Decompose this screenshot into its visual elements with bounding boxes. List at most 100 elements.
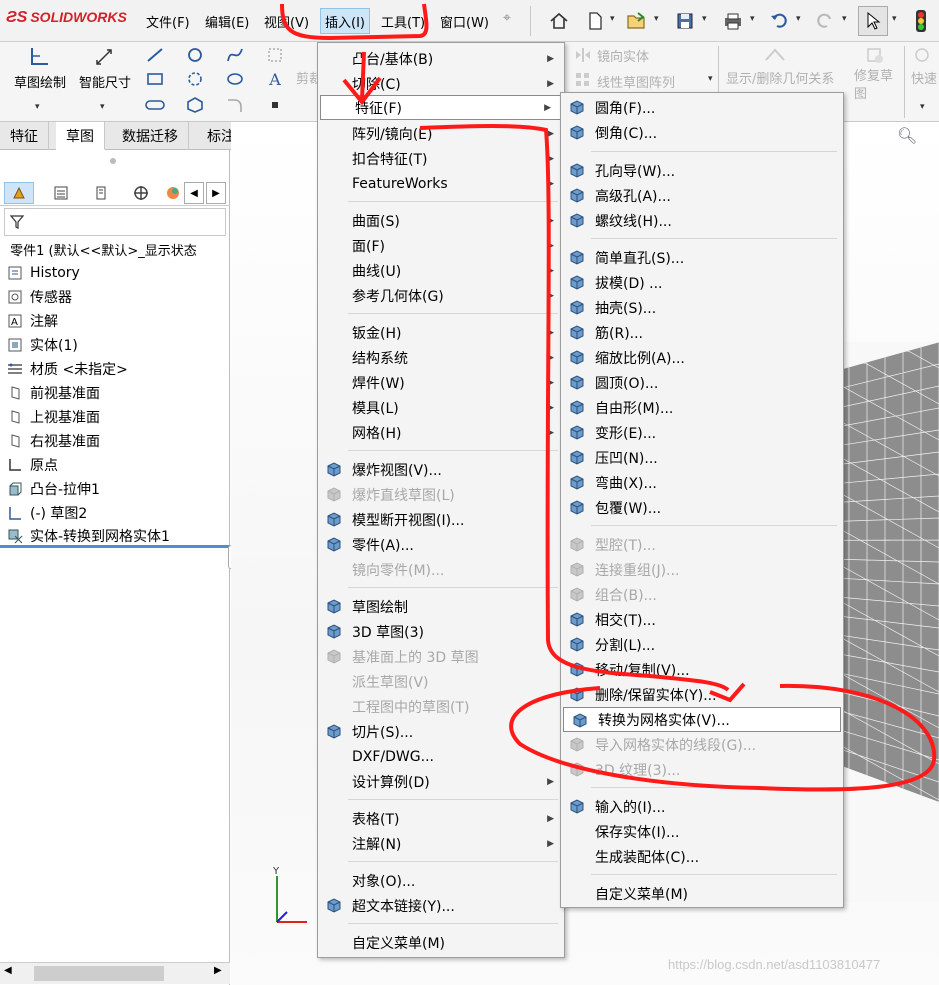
configuration-manager-tab-icon[interactable] — [86, 182, 116, 204]
chevron-down-icon[interactable]: ▾ — [702, 14, 707, 24]
circle-icon[interactable] — [182, 44, 208, 66]
feature-menu-item[interactable]: 生成装配体(C)... — [561, 844, 843, 869]
panel-grip-icon[interactable] — [110, 158, 116, 164]
feature-tree-tab-icon[interactable] — [4, 182, 34, 204]
feature-menu-item[interactable]: 导入网格实体的线段(G)... — [561, 732, 843, 757]
scroll-right-icon[interactable]: ▶ — [214, 965, 222, 976]
chevron-down-icon[interactable]: ▾ — [708, 74, 713, 84]
tab-sketch[interactable]: 草图 — [56, 122, 105, 150]
line-icon[interactable] — [142, 44, 168, 66]
tree-root-part[interactable]: 零件1 (默认<<默认>_显示状态 — [6, 240, 197, 259]
dimxpert-tab-icon[interactable] — [126, 182, 156, 204]
select-cursor-icon[interactable] — [858, 6, 888, 36]
mirror-icon[interactable] — [570, 44, 596, 66]
feature-menu-item[interactable]: 变形(E)... — [561, 420, 843, 445]
chevron-down-icon[interactable]: ▾ — [35, 102, 40, 112]
feature-menu-item[interactable]: 型腔(T)... — [561, 532, 843, 557]
zoom-to-fit-icon[interactable]: 🔍︎ — [897, 126, 917, 145]
rectangle-icon[interactable] — [142, 68, 168, 90]
menu-tools[interactable]: 工具(T) — [381, 12, 425, 31]
solidworks-logo[interactable]: ƧS SOLIDWORKS — [6, 9, 127, 27]
feature-menu-item[interactable]: 缩放比例(A)... — [561, 345, 843, 370]
insert-menu-item[interactable]: 钣金(H) ▶ — [318, 320, 564, 345]
feature-menu-item[interactable]: 组合(B)... — [561, 582, 843, 607]
tree-item-right-plane[interactable]: 右视基准面 — [6, 430, 100, 452]
feature-menu-item[interactable]: 抽壳(S)... — [561, 295, 843, 320]
insert-menu-item[interactable]: 超文本链接(Y)... — [318, 893, 564, 918]
insert-menu-item[interactable]: 设计算例(D) ▶ — [318, 769, 564, 794]
menu-insert[interactable]: 插入(I) — [320, 8, 370, 34]
fillet-sketch-icon[interactable] — [222, 94, 248, 116]
tree-item-top-plane[interactable]: 上视基准面 — [6, 406, 100, 428]
insert-menu-item[interactable]: 模具(L) ▶ — [318, 395, 564, 420]
menu-window[interactable]: 窗口(W) — [440, 12, 489, 31]
menu-file[interactable]: 文件(F) — [146, 12, 190, 31]
save-icon[interactable] — [670, 6, 700, 36]
insert-menu-item[interactable]: 对象(O)... — [318, 868, 564, 893]
feature-menu-item[interactable]: 输入的(I)... — [561, 794, 843, 819]
chevron-down-icon[interactable]: ▾ — [920, 102, 925, 112]
insert-menu-item[interactable]: 爆炸直线草图(L) — [318, 482, 564, 507]
feature-menu-item[interactable]: 孔向导(W)... — [561, 158, 843, 183]
tree-item-boss-extrude1[interactable]: 凸台-拉伸1 — [6, 478, 100, 500]
new-document-icon[interactable] — [580, 6, 610, 36]
home-icon[interactable] — [544, 6, 574, 36]
chevron-down-icon[interactable]: ▾ — [654, 14, 659, 24]
linear-pattern-label[interactable]: 线性草图阵列 — [597, 72, 675, 91]
tree-item-material[interactable]: 材质 <未指定> — [6, 358, 128, 380]
feature-menu-item[interactable]: 螺纹线(H)... — [561, 208, 843, 233]
insert-menu-item[interactable]: 参考几何体(G) ▶ — [318, 283, 564, 308]
feature-menu-item[interactable]: 移动/复制(V)... — [561, 657, 843, 682]
insert-menu-item[interactable]: 切片(S)... — [318, 719, 564, 744]
chevron-down-icon[interactable]: ▾ — [892, 14, 897, 24]
ellipse-icon[interactable] — [222, 68, 248, 90]
insert-menu-item[interactable]: 零件(A)... — [318, 532, 564, 557]
slot-straight-icon[interactable] — [142, 94, 168, 116]
feature-menu-item[interactable]: 简单直孔(S)... — [561, 245, 843, 270]
chevron-left-icon[interactable]: ◀ — [184, 182, 204, 204]
insert-menu-item[interactable]: 爆炸视图(V)... — [318, 457, 564, 482]
print-icon[interactable] — [718, 6, 748, 36]
slot-icon[interactable] — [182, 68, 208, 90]
insert-menu-item[interactable]: 特征(F) ▶ — [320, 95, 562, 120]
polygon-icon[interactable] — [182, 94, 208, 116]
insert-menu-item[interactable]: 网格(H) ▶ — [318, 420, 564, 445]
feature-menu-item[interactable]: 圆角(F)... — [561, 95, 843, 120]
insert-menu-item[interactable]: 扣合特征(T) ▶ — [318, 146, 564, 171]
feature-menu-item[interactable]: 弯曲(X)... — [561, 470, 843, 495]
feature-menu-item[interactable]: 分割(L)... — [561, 632, 843, 657]
chevron-down-icon[interactable]: ▾ — [750, 14, 755, 24]
feature-menu-item[interactable]: 自定义菜单(M) — [561, 881, 843, 906]
feature-menu-item[interactable]: 压凹(N)... — [561, 445, 843, 470]
quick-snap-label[interactable]: 快速 — [911, 68, 937, 87]
repair-sketch-label[interactable]: 修复草 图 — [854, 68, 893, 104]
insert-menu-item[interactable]: FeatureWorks ▶ — [318, 171, 564, 196]
tree-item-sketch2[interactable]: (-) 草图2 — [6, 502, 87, 524]
linear-pattern-icon[interactable] — [570, 68, 596, 90]
feature-menu-item[interactable]: 自由形(M)... — [561, 395, 843, 420]
spline-icon[interactable] — [222, 44, 248, 66]
redo-icon[interactable] — [810, 6, 840, 36]
feature-menu-item[interactable]: 保存实体(I)... — [561, 819, 843, 844]
insert-menu-item[interactable]: 镜向零件(M)... — [318, 557, 564, 582]
undo-icon[interactable] — [764, 6, 794, 36]
insert-menu-item[interactable]: 工程图中的草图(T) — [318, 694, 564, 719]
insert-menu-item[interactable]: 基准面上的 3D 草图 — [318, 644, 564, 669]
feature-menu-item[interactable]: 3D 纹理(3)... — [561, 757, 843, 782]
insert-menu-item[interactable]: 面(F) ▶ — [318, 233, 564, 258]
scroll-left-icon[interactable]: ◀ — [4, 965, 12, 976]
feature-menu-item[interactable]: 连接重组(J)... — [561, 557, 843, 582]
text-icon[interactable]: A — [262, 68, 288, 90]
tree-item-origin[interactable]: 原点 — [6, 454, 58, 476]
insert-menu-item[interactable]: 结构系统 ▶ — [318, 345, 564, 370]
property-manager-tab-icon[interactable] — [46, 182, 76, 204]
sketch-button[interactable]: 草图绘制 — [10, 46, 70, 91]
tree-item-convert-to-mesh1[interactable]: 实体-转换到网格实体1 — [0, 526, 230, 548]
tree-item-sensors[interactable]: 传感器 — [6, 286, 72, 308]
feature-menu-item[interactable]: 包覆(W)... — [561, 495, 843, 520]
chevron-down-icon[interactable]: ▾ — [842, 14, 847, 24]
menu-view[interactable]: 视图(V) — [264, 12, 309, 31]
insert-menu-item[interactable]: 阵列/镜向(E) ▶ — [318, 121, 564, 146]
chevron-down-icon[interactable]: ▾ — [796, 14, 801, 24]
feature-menu-item[interactable]: 圆顶(O)... — [561, 370, 843, 395]
